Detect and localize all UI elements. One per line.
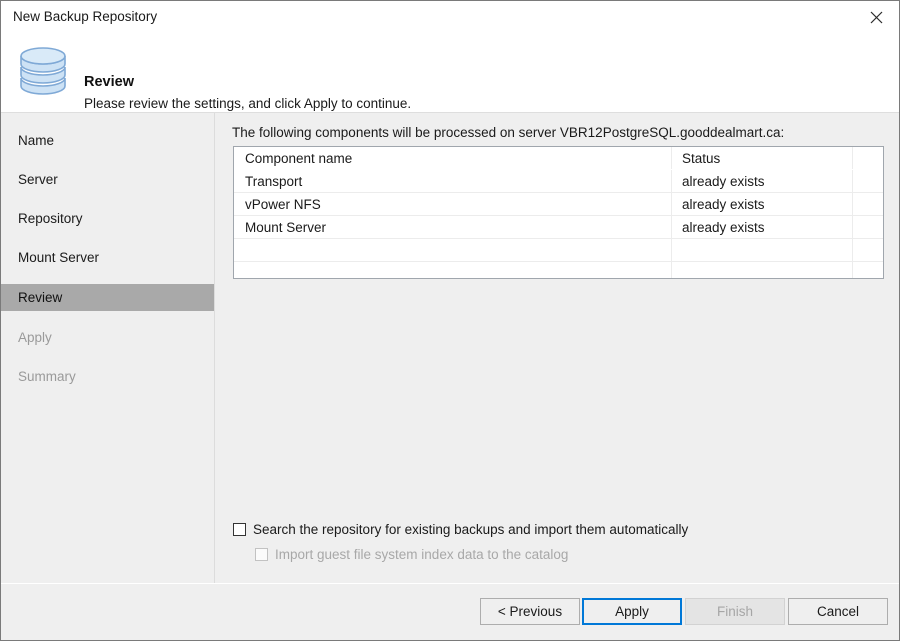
window-title: New Backup Repository <box>13 9 158 24</box>
table-header-row: Component name Status <box>234 147 883 170</box>
components-description: The following components will be process… <box>232 125 785 140</box>
new-backup-repository-dialog: New Backup Repository Review Please revi… <box>0 0 900 641</box>
cell-extra <box>853 262 883 278</box>
cell-extra <box>853 239 883 261</box>
column-header-component-name[interactable]: Component name <box>234 147 672 169</box>
database-repository-icon <box>15 42 71 104</box>
sidebar-item-review[interactable]: Review <box>1 284 214 311</box>
sidebar-item-apply: Apply <box>1 324 214 351</box>
cell-status: already exists <box>672 193 853 215</box>
cell-status: already exists <box>672 216 853 238</box>
title-bar: New Backup Repository <box>1 1 899 34</box>
finish-button: Finish <box>685 598 785 625</box>
import-index-checkbox: Import guest file system index data to t… <box>255 547 568 562</box>
cell-component-name: Transport <box>234 170 672 192</box>
column-header-extra[interactable] <box>853 147 883 169</box>
sidebar-item-label: Mount Server <box>18 250 100 265</box>
cell-status: already exists <box>672 170 853 192</box>
cell-component-name: vPower NFS <box>234 193 672 215</box>
sidebar-item-label: Review <box>18 290 63 305</box>
close-icon[interactable] <box>853 1 899 33</box>
sidebar-item-repository[interactable]: Repository <box>1 205 214 232</box>
sidebar-item-mount-server[interactable]: Mount Server <box>1 244 214 271</box>
cell-extra <box>853 216 883 238</box>
sidebar-item-name[interactable]: Name <box>1 127 214 154</box>
review-content-pane: The following components will be process… <box>216 113 899 583</box>
table-row[interactable] <box>234 262 883 278</box>
checkbox-box <box>255 548 268 561</box>
sidebar-item-summary: Summary <box>1 363 214 390</box>
cell-extra <box>853 193 883 215</box>
search-repository-label: Search the repository for existing backu… <box>253 522 689 537</box>
dialog-header: Review Please review the settings, and c… <box>1 34 899 113</box>
apply-button[interactable]: Apply <box>582 598 682 625</box>
cell-component-name <box>234 239 672 261</box>
sidebar-item-label: Summary <box>18 369 76 384</box>
page-subtitle: Please review the settings, and click Ap… <box>84 96 412 111</box>
sidebar-item-label: Name <box>18 133 55 148</box>
sidebar-item-server[interactable]: Server <box>1 166 214 193</box>
cell-component-name: Mount Server <box>234 216 672 238</box>
components-table[interactable]: Component name Status Transport already … <box>233 146 884 279</box>
cell-status <box>672 239 853 261</box>
table-row[interactable]: Mount Server already exists <box>234 216 883 239</box>
table-row[interactable]: vPower NFS already exists <box>234 193 883 216</box>
table-row[interactable] <box>234 239 883 262</box>
cancel-button[interactable]: Cancel <box>788 598 888 625</box>
previous-button[interactable]: < Previous <box>480 598 580 625</box>
search-repository-checkbox[interactable]: Search the repository for existing backu… <box>233 522 688 537</box>
cell-extra <box>853 170 883 192</box>
cell-component-name <box>234 262 672 278</box>
table-row[interactable]: Transport already exists <box>234 170 883 193</box>
column-header-status[interactable]: Status <box>672 147 853 169</box>
wizard-steps-sidebar: Name Server Repository Mount Server Revi… <box>1 113 215 583</box>
sidebar-item-label: Server <box>18 172 58 187</box>
import-index-label: Import guest file system index data to t… <box>275 547 569 562</box>
cell-status <box>672 262 853 278</box>
sidebar-item-label: Repository <box>18 211 83 226</box>
page-title: Review <box>84 74 134 90</box>
checkbox-box[interactable] <box>233 523 246 536</box>
dialog-footer: < Previous Apply Finish Cancel <box>1 583 899 640</box>
sidebar-item-label: Apply <box>18 330 52 345</box>
